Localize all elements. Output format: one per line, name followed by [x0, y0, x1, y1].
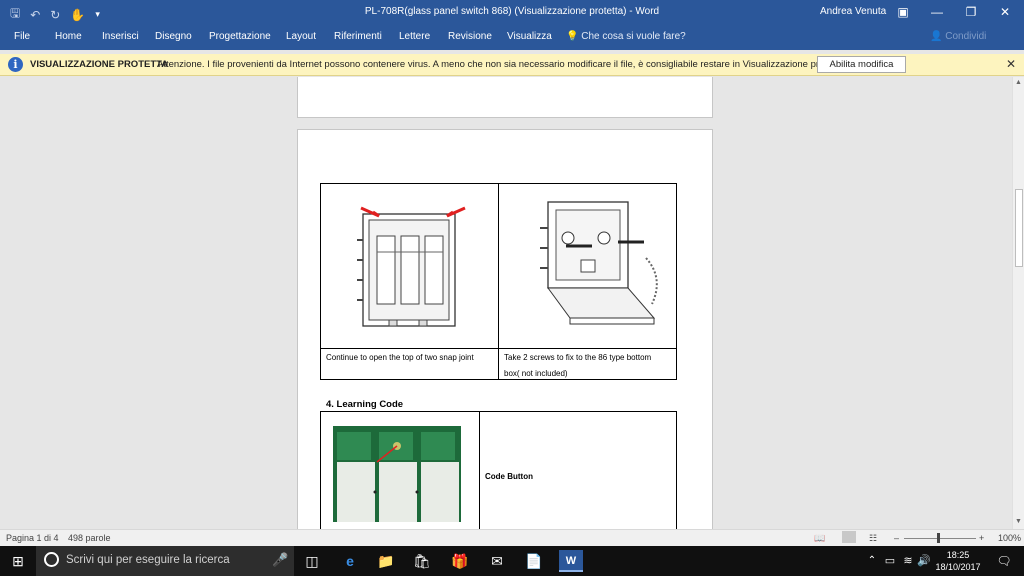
share-label: Condividi — [945, 31, 987, 42]
install-steps-table: Continue to open the top of two snap joi… — [320, 183, 677, 380]
document-app-icon[interactable]: 📄 — [522, 550, 546, 572]
close-button[interactable]: ✕ — [990, 2, 1020, 22]
section-heading: 4. Learning Code — [326, 399, 404, 410]
clock[interactable]: 18:25 18/10/2017 — [930, 549, 986, 573]
right-caption-line2: box( not included) — [504, 369, 568, 378]
page-previous — [297, 77, 713, 118]
action-center-icon[interactable]: 🗨 — [992, 550, 1016, 572]
protected-view-message: Attenzione. I file provenienti da Intern… — [157, 59, 846, 70]
tell-me-text: Che cosa si vuole fare? — [581, 31, 686, 42]
tab-file[interactable]: File — [14, 31, 30, 42]
ribbon-display-options-icon[interactable]: ▣ — [888, 2, 918, 22]
bottom-box-screws-illustration — [540, 201, 658, 325]
clock-date: 18/10/2017 — [935, 562, 981, 572]
info-icon: i — [8, 57, 23, 72]
print-layout-icon[interactable] — [842, 531, 856, 543]
clock-time: 18:25 — [946, 550, 970, 560]
page-counter[interactable]: Pagina 1 di 4 — [6, 533, 59, 543]
scroll-down-icon[interactable]: ▼ — [1015, 518, 1022, 525]
mail-icon[interactable]: ✉ — [485, 550, 509, 572]
tab-home[interactable]: Home — [55, 31, 82, 42]
task-view-icon[interactable]: ◫ — [300, 550, 324, 572]
scrollbar-thumb[interactable] — [1015, 189, 1023, 267]
restore-button[interactable]: ❐ — [956, 2, 986, 22]
tab-view[interactable]: Visualizza — [507, 31, 552, 42]
zoom-slider-thumb[interactable] — [937, 533, 940, 543]
panel-snap-joint-illustration — [357, 206, 466, 327]
learning-code-table: Code Button — [320, 411, 677, 529]
windows-taskbar: ⊞ Scrivi qui per eseguire la ricerca 🎤 ◫… — [0, 546, 1024, 576]
close-message-bar-icon[interactable]: ✕ — [1006, 57, 1016, 71]
protected-view-bar: i VISUALIZZAZIONE PROTETTA Attenzione. I… — [0, 54, 1024, 76]
enable-editing-button[interactable]: Abilita modifica — [817, 56, 906, 73]
protected-view-label: VISUALIZZAZIONE PROTETTA — [30, 59, 169, 70]
zoom-out-icon[interactable]: – — [894, 533, 899, 543]
tab-review[interactable]: Revisione — [448, 31, 492, 42]
code-button-label: Code Button — [485, 472, 533, 481]
web-layout-icon[interactable]: ☷ — [869, 533, 877, 544]
zoom-slider[interactable] — [904, 538, 976, 539]
tab-insert[interactable]: Inserisci — [102, 31, 139, 42]
share-button[interactable]: 👤 Condividi — [930, 31, 986, 42]
right-caption-line1: Take 2 screws to fix to the 86 type bott… — [504, 353, 652, 362]
edge-browser-icon[interactable]: e — [338, 550, 362, 572]
tab-design[interactable]: Progettazione — [209, 31, 271, 42]
tab-mailings[interactable]: Lettere — [399, 31, 430, 42]
read-mode-icon[interactable]: 📖 — [814, 533, 825, 544]
word-app-icon[interactable]: W — [559, 550, 583, 572]
zoom-level[interactable]: 100% — [998, 533, 1021, 543]
table-divider-vertical — [498, 184, 499, 379]
code-button-photo — [333, 426, 461, 522]
file-explorer-icon[interactable]: 📁 — [374, 550, 398, 572]
cortana-icon — [44, 552, 59, 567]
left-caption: Continue to open the top of two snap joi… — [326, 353, 474, 362]
zoom-in-icon[interactable]: + — [979, 533, 984, 543]
table-divider-vertical — [479, 412, 480, 529]
tell-me-box[interactable]: 💡 Che cosa si vuole fare? — [566, 31, 686, 42]
document-area[interactable]: Continue to open the top of two snap joi… — [0, 77, 1012, 529]
ribbon-tabs: File Home Inserisci Disegno Progettazion… — [0, 24, 1024, 50]
title-bar: 🖫 ↶ ↻ ✋ ▾ PL-708R(glass panel switch 868… — [0, 0, 1024, 24]
status-bar: Pagina 1 di 4 498 parole 📖 ☷ – + 100% — [0, 529, 1024, 546]
user-name[interactable]: Andrea Venuta — [820, 6, 886, 17]
search-placeholder: Scrivi qui per eseguire la ricerca — [66, 554, 230, 566]
share-icon: 👤 — [930, 31, 943, 42]
vertical-scrollbar[interactable]: ▲ ▼ — [1012, 77, 1024, 529]
taskbar-search-box[interactable]: Scrivi qui per eseguire la ricerca 🎤 — [36, 546, 294, 576]
minimize-button[interactable]: — — [922, 2, 952, 22]
gift-app-icon[interactable]: 🎁 — [448, 550, 472, 572]
tab-references[interactable]: Riferimenti — [334, 31, 382, 42]
scroll-up-icon[interactable]: ▲ — [1015, 79, 1022, 86]
microphone-icon[interactable]: 🎤 — [272, 552, 288, 568]
lightbulb-icon: 💡 — [566, 31, 579, 42]
tab-layout[interactable]: Layout — [286, 31, 316, 42]
tab-draw[interactable]: Disegno — [155, 31, 192, 42]
table-divider-horizontal — [321, 348, 676, 349]
windows-start-icon[interactable]: ⊞ — [6, 550, 30, 572]
store-icon[interactable]: 🛍 — [410, 550, 434, 572]
word-count[interactable]: 498 parole — [68, 533, 111, 543]
